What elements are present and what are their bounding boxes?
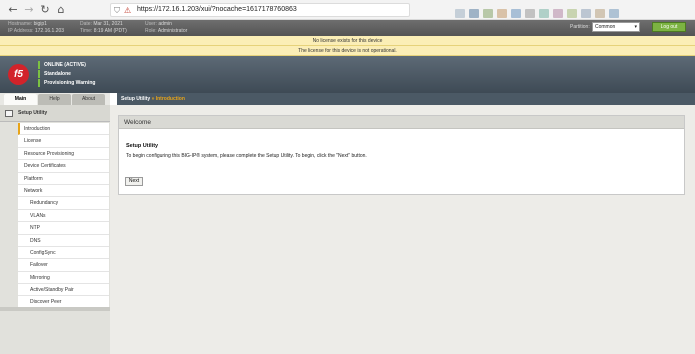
time-label: Time: bbox=[80, 28, 93, 34]
address-bar[interactable]: ⛉ ⚠ https://172.16.1.203/xui/?nocache=16… bbox=[110, 3, 410, 17]
insecure-lock-icon[interactable]: ⚠ bbox=[124, 5, 131, 17]
breadcrumb-section[interactable]: Setup Utility bbox=[121, 96, 150, 102]
partition-select[interactable]: Common ▾ bbox=[592, 22, 640, 32]
shield-icon: ⛉ bbox=[114, 6, 120, 15]
license-warning: The license for this device is not opera… bbox=[0, 46, 695, 56]
next-button[interactable]: Next bbox=[125, 177, 143, 186]
panel-subtitle: Setup Utility bbox=[126, 143, 159, 149]
panel-instructions: To begin configuring this BIG-IP® system… bbox=[126, 153, 367, 159]
date-value: Mar 31, 2021 bbox=[93, 21, 123, 27]
hostname-value: bigip1 bbox=[33, 21, 47, 27]
sidebar-tabs: Main Help About bbox=[0, 93, 110, 105]
breadcrumb: Setup Utility » Introduction bbox=[117, 93, 695, 105]
sidebar: Setup Utility Introduction License Resou… bbox=[0, 105, 110, 354]
status-online: ONLINE (ACTIVE) bbox=[38, 61, 95, 69]
panel-title: Welcome bbox=[119, 116, 684, 129]
status-provisioning: Provisioning Warning bbox=[38, 79, 95, 87]
tab-help[interactable]: Help bbox=[38, 94, 71, 105]
welcome-panel: Welcome Setup Utility To begin configuri… bbox=[118, 115, 685, 195]
user-value: admin bbox=[158, 21, 172, 27]
browser-toolbar: ← → ↻ ⌂ ⛉ ⚠ https://172.16.1.203/xui/?no… bbox=[0, 0, 695, 20]
back-icon[interactable]: ← bbox=[6, 3, 20, 17]
hostname-label: Hostname: bbox=[8, 21, 33, 27]
main-content: Welcome Setup Utility To begin configuri… bbox=[110, 105, 695, 354]
breadcrumb-separator: » bbox=[151, 96, 155, 102]
license-notice: No license exists for this device bbox=[0, 36, 695, 46]
sidebar-item-mirroring[interactable]: Mirroring bbox=[18, 271, 109, 285]
breadcrumb-current: Introduction bbox=[155, 96, 185, 102]
extension-icons bbox=[455, 5, 675, 18]
url-text: https://172.16.1.203/xui/?nocache=161717… bbox=[137, 6, 297, 13]
device-status: ONLINE (ACTIVE) Standalone Provisioning … bbox=[38, 61, 95, 88]
role-label: Role: bbox=[145, 28, 157, 34]
logout-button[interactable]: Log out bbox=[652, 22, 686, 32]
role-value: Administrator bbox=[157, 28, 188, 34]
chevron-down-icon: ▾ bbox=[634, 24, 637, 30]
user-label: User: bbox=[145, 21, 157, 27]
sidebar-item-configsync[interactable]: ConfigSync bbox=[18, 246, 109, 260]
sidebar-title-label: Setup Utility bbox=[18, 110, 48, 116]
sidebar-item-platform[interactable]: Platform bbox=[18, 172, 109, 185]
tab-main[interactable]: Main bbox=[4, 94, 37, 105]
system-info-bar: Hostname: bigip1 IP Address: 172.16.1.20… bbox=[0, 20, 695, 36]
sidebar-item-ntp[interactable]: NTP bbox=[18, 222, 109, 235]
refresh-icon[interactable]: ↻ bbox=[38, 3, 52, 17]
setup-utility-icon bbox=[5, 110, 13, 117]
partition-label: Partition: bbox=[570, 24, 590, 30]
time-value: 8:19 AM (PDT) bbox=[93, 28, 127, 34]
sidebar-item-network[interactable]: Network bbox=[18, 184, 109, 198]
sidebar-menu: Introduction License Resource Provisioni… bbox=[18, 123, 109, 309]
sidebar-footer bbox=[0, 307, 110, 311]
f5-logo[interactable]: f5 bbox=[8, 64, 29, 85]
sidebar-item-vlans[interactable]: VLANs bbox=[18, 209, 109, 223]
sidebar-item-license[interactable]: License bbox=[18, 135, 109, 148]
sidebar-item-dns[interactable]: DNS bbox=[18, 234, 109, 247]
date-label: Date: bbox=[80, 21, 92, 27]
sidebar-item-failover[interactable]: Failover bbox=[18, 259, 109, 272]
sidebar-title[interactable]: Setup Utility bbox=[0, 105, 110, 122]
status-standalone: Standalone bbox=[38, 70, 95, 78]
home-icon[interactable]: ⌂ bbox=[54, 3, 68, 17]
partition-value: Common bbox=[595, 24, 616, 30]
sidebar-item-resource-provisioning[interactable]: Resource Provisioning bbox=[18, 147, 109, 161]
forward-icon[interactable]: → bbox=[22, 3, 36, 17]
ip-value: 172.16.1.203 bbox=[34, 28, 65, 34]
sidebar-item-device-certificates[interactable]: Device Certificates bbox=[18, 160, 109, 173]
sidebar-item-introduction[interactable]: Introduction bbox=[18, 123, 109, 136]
tab-about[interactable]: About bbox=[72, 94, 105, 105]
sidebar-item-active-standby-pair[interactable]: Active/Standby Pair bbox=[18, 284, 109, 297]
ip-label: IP Address: bbox=[8, 28, 34, 34]
header-band bbox=[0, 56, 695, 93]
sidebar-item-redundancy[interactable]: Redundancy bbox=[18, 197, 109, 210]
